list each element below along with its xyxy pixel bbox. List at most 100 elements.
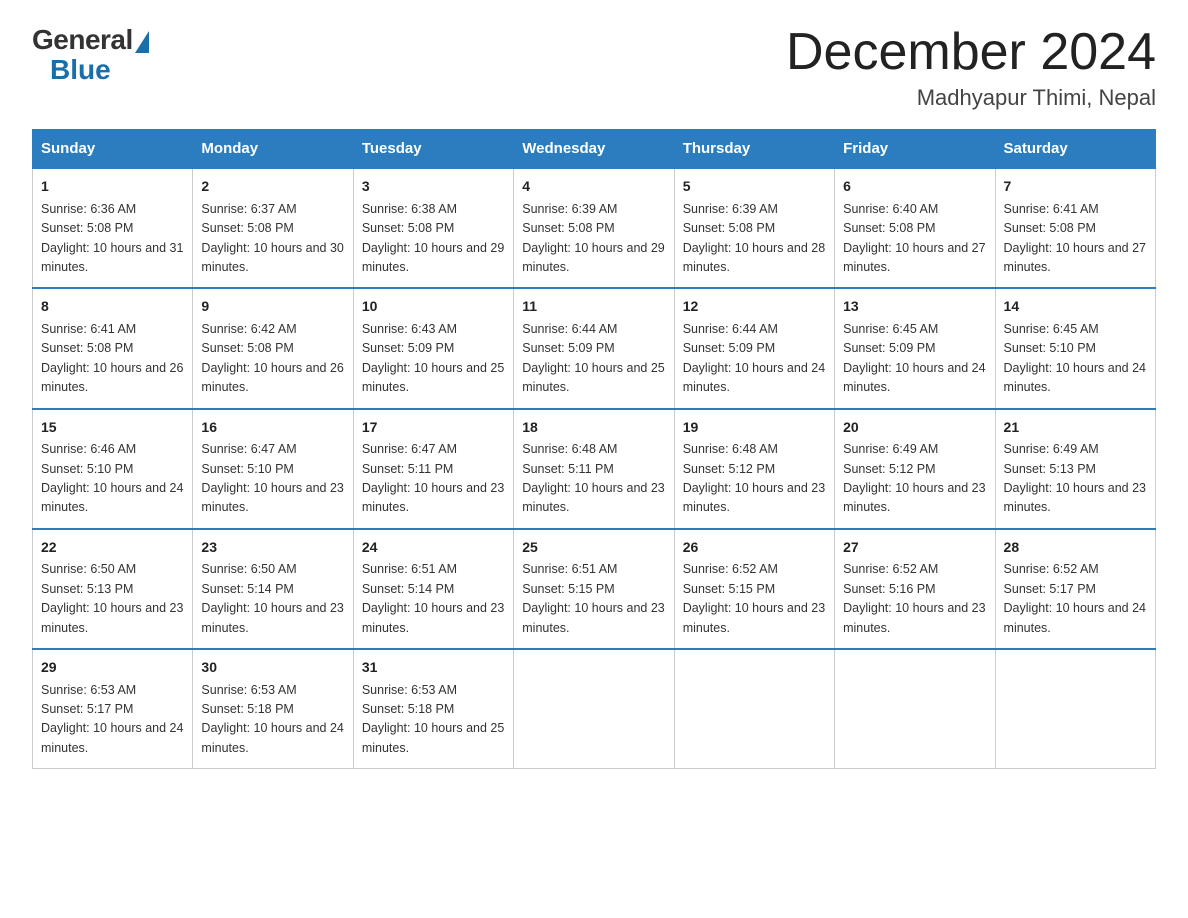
table-row: 1 Sunrise: 6:36 AM Sunset: 5:08 PM Dayli… bbox=[33, 168, 193, 288]
table-row: 7 Sunrise: 6:41 AM Sunset: 5:08 PM Dayli… bbox=[995, 168, 1155, 288]
sunrise-label: Sunrise: 6:39 AM bbox=[683, 202, 778, 216]
daylight-label: Daylight: 10 hours and 26 minutes. bbox=[41, 361, 183, 394]
header-wednesday: Wednesday bbox=[514, 130, 674, 169]
table-row: 9 Sunrise: 6:42 AM Sunset: 5:08 PM Dayli… bbox=[193, 288, 353, 408]
table-row bbox=[514, 649, 674, 769]
daylight-label: Daylight: 10 hours and 24 minutes. bbox=[1004, 601, 1146, 634]
day-number: 8 bbox=[41, 296, 184, 318]
sunrise-label: Sunrise: 6:47 AM bbox=[362, 442, 457, 456]
day-number: 24 bbox=[362, 537, 505, 559]
sunrise-label: Sunrise: 6:46 AM bbox=[41, 442, 136, 456]
calendar-table: Sunday Monday Tuesday Wednesday Thursday… bbox=[32, 129, 1156, 769]
day-number: 21 bbox=[1004, 417, 1147, 439]
sunrise-label: Sunrise: 6:50 AM bbox=[41, 562, 136, 576]
header-saturday: Saturday bbox=[995, 130, 1155, 169]
sunset-label: Sunset: 5:11 PM bbox=[522, 462, 614, 476]
table-row: 19 Sunrise: 6:48 AM Sunset: 5:12 PM Dayl… bbox=[674, 409, 834, 529]
daylight-label: Daylight: 10 hours and 24 minutes. bbox=[41, 721, 183, 754]
sunrise-label: Sunrise: 6:45 AM bbox=[1004, 322, 1099, 336]
daylight-label: Daylight: 10 hours and 25 minutes. bbox=[522, 361, 664, 394]
sunrise-label: Sunrise: 6:44 AM bbox=[683, 322, 778, 336]
sunrise-label: Sunrise: 6:53 AM bbox=[362, 683, 457, 697]
table-row: 12 Sunrise: 6:44 AM Sunset: 5:09 PM Dayl… bbox=[674, 288, 834, 408]
table-row: 3 Sunrise: 6:38 AM Sunset: 5:08 PM Dayli… bbox=[353, 168, 513, 288]
daylight-label: Daylight: 10 hours and 23 minutes. bbox=[1004, 481, 1146, 514]
sunset-label: Sunset: 5:11 PM bbox=[362, 462, 454, 476]
table-row: 22 Sunrise: 6:50 AM Sunset: 5:13 PM Dayl… bbox=[33, 529, 193, 649]
logo-general-text: General bbox=[32, 24, 133, 56]
daylight-label: Daylight: 10 hours and 25 minutes. bbox=[362, 361, 504, 394]
sunrise-label: Sunrise: 6:49 AM bbox=[843, 442, 938, 456]
sunrise-label: Sunrise: 6:41 AM bbox=[1004, 202, 1099, 216]
daylight-label: Daylight: 10 hours and 23 minutes. bbox=[362, 481, 504, 514]
daylight-label: Daylight: 10 hours and 25 minutes. bbox=[362, 721, 504, 754]
sunrise-label: Sunrise: 6:42 AM bbox=[201, 322, 296, 336]
sunrise-label: Sunrise: 6:41 AM bbox=[41, 322, 136, 336]
table-row: 11 Sunrise: 6:44 AM Sunset: 5:09 PM Dayl… bbox=[514, 288, 674, 408]
week-row-4: 22 Sunrise: 6:50 AM Sunset: 5:13 PM Dayl… bbox=[33, 529, 1156, 649]
table-row: 18 Sunrise: 6:48 AM Sunset: 5:11 PM Dayl… bbox=[514, 409, 674, 529]
sunset-label: Sunset: 5:12 PM bbox=[843, 462, 935, 476]
day-number: 26 bbox=[683, 537, 826, 559]
table-row: 14 Sunrise: 6:45 AM Sunset: 5:10 PM Dayl… bbox=[995, 288, 1155, 408]
day-number: 5 bbox=[683, 176, 826, 198]
sunrise-label: Sunrise: 6:40 AM bbox=[843, 202, 938, 216]
daylight-label: Daylight: 10 hours and 23 minutes. bbox=[201, 481, 343, 514]
header-monday: Monday bbox=[193, 130, 353, 169]
sunset-label: Sunset: 5:13 PM bbox=[1004, 462, 1096, 476]
sunset-label: Sunset: 5:08 PM bbox=[362, 221, 454, 235]
sunrise-label: Sunrise: 6:52 AM bbox=[1004, 562, 1099, 576]
sunrise-label: Sunrise: 6:52 AM bbox=[683, 562, 778, 576]
sunset-label: Sunset: 5:10 PM bbox=[41, 462, 133, 476]
table-row: 2 Sunrise: 6:37 AM Sunset: 5:08 PM Dayli… bbox=[193, 168, 353, 288]
day-number: 10 bbox=[362, 296, 505, 318]
sunrise-label: Sunrise: 6:48 AM bbox=[683, 442, 778, 456]
sunrise-label: Sunrise: 6:37 AM bbox=[201, 202, 296, 216]
table-row: 8 Sunrise: 6:41 AM Sunset: 5:08 PM Dayli… bbox=[33, 288, 193, 408]
daylight-label: Daylight: 10 hours and 23 minutes. bbox=[683, 481, 825, 514]
week-row-3: 15 Sunrise: 6:46 AM Sunset: 5:10 PM Dayl… bbox=[33, 409, 1156, 529]
day-number: 19 bbox=[683, 417, 826, 439]
day-number: 2 bbox=[201, 176, 344, 198]
sunset-label: Sunset: 5:08 PM bbox=[201, 341, 293, 355]
daylight-label: Daylight: 10 hours and 24 minutes. bbox=[41, 481, 183, 514]
daylight-label: Daylight: 10 hours and 24 minutes. bbox=[683, 361, 825, 394]
sunset-label: Sunset: 5:08 PM bbox=[843, 221, 935, 235]
table-row: 31 Sunrise: 6:53 AM Sunset: 5:18 PM Dayl… bbox=[353, 649, 513, 769]
day-number: 16 bbox=[201, 417, 344, 439]
sunset-label: Sunset: 5:09 PM bbox=[843, 341, 935, 355]
day-number: 25 bbox=[522, 537, 665, 559]
table-row bbox=[674, 649, 834, 769]
table-row: 21 Sunrise: 6:49 AM Sunset: 5:13 PM Dayl… bbox=[995, 409, 1155, 529]
daylight-label: Daylight: 10 hours and 23 minutes. bbox=[683, 601, 825, 634]
logo-blue-text: Blue bbox=[50, 54, 111, 86]
table-row: 13 Sunrise: 6:45 AM Sunset: 5:09 PM Dayl… bbox=[835, 288, 995, 408]
location-title: Madhyapur Thimi, Nepal bbox=[786, 85, 1156, 111]
day-number: 23 bbox=[201, 537, 344, 559]
daylight-label: Daylight: 10 hours and 23 minutes. bbox=[522, 601, 664, 634]
header-sunday: Sunday bbox=[33, 130, 193, 169]
day-number: 15 bbox=[41, 417, 184, 439]
sunrise-label: Sunrise: 6:52 AM bbox=[843, 562, 938, 576]
sunset-label: Sunset: 5:17 PM bbox=[1004, 582, 1096, 596]
table-row: 15 Sunrise: 6:46 AM Sunset: 5:10 PM Dayl… bbox=[33, 409, 193, 529]
logo-triangle-icon bbox=[135, 31, 149, 53]
sunrise-label: Sunrise: 6:48 AM bbox=[522, 442, 617, 456]
sunrise-label: Sunrise: 6:51 AM bbox=[522, 562, 617, 576]
header-friday: Friday bbox=[835, 130, 995, 169]
sunset-label: Sunset: 5:16 PM bbox=[843, 582, 935, 596]
day-number: 28 bbox=[1004, 537, 1147, 559]
daylight-label: Daylight: 10 hours and 23 minutes. bbox=[843, 481, 985, 514]
sunset-label: Sunset: 5:08 PM bbox=[1004, 221, 1096, 235]
daylight-label: Daylight: 10 hours and 23 minutes. bbox=[201, 601, 343, 634]
week-row-1: 1 Sunrise: 6:36 AM Sunset: 5:08 PM Dayli… bbox=[33, 168, 1156, 288]
day-number: 7 bbox=[1004, 176, 1147, 198]
table-row: 6 Sunrise: 6:40 AM Sunset: 5:08 PM Dayli… bbox=[835, 168, 995, 288]
table-row bbox=[835, 649, 995, 769]
header-thursday: Thursday bbox=[674, 130, 834, 169]
daylight-label: Daylight: 10 hours and 23 minutes. bbox=[843, 601, 985, 634]
day-number: 14 bbox=[1004, 296, 1147, 318]
daylight-label: Daylight: 10 hours and 24 minutes. bbox=[843, 361, 985, 394]
sunset-label: Sunset: 5:18 PM bbox=[201, 702, 293, 716]
sunset-label: Sunset: 5:14 PM bbox=[201, 582, 293, 596]
